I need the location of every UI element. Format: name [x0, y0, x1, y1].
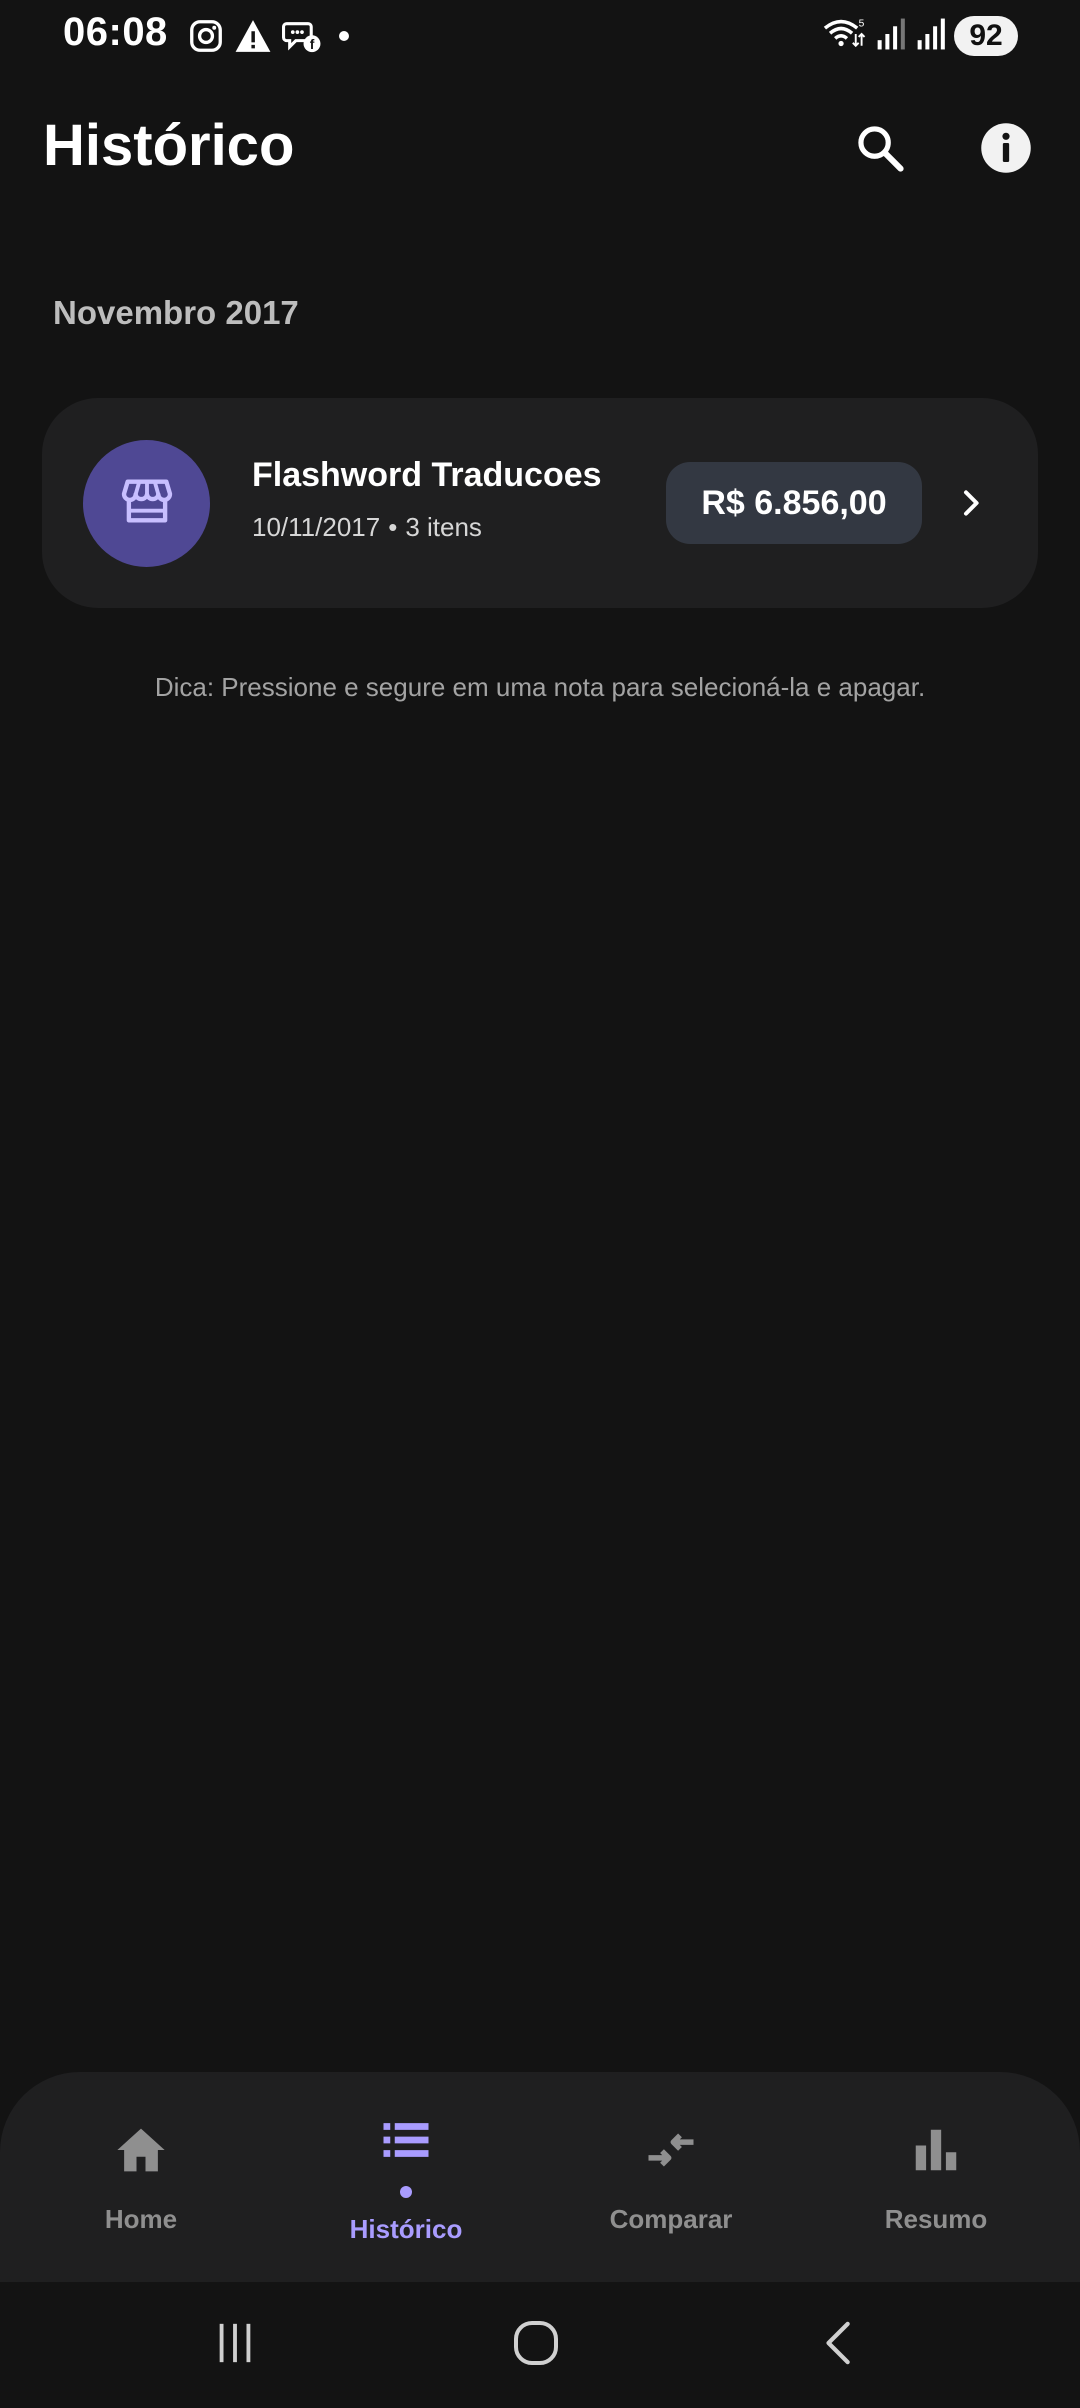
signal-icon — [914, 17, 946, 56]
recents-icon — [212, 2320, 258, 2371]
note-meta: 10/11/2017 • 3 itens — [252, 512, 482, 543]
back-button[interactable] — [790, 2300, 890, 2390]
back-icon — [817, 2320, 863, 2371]
page-title: Histórico — [43, 113, 295, 178]
list-icon — [271, 2110, 541, 2170]
system-home-button[interactable] — [486, 2300, 586, 2390]
home-circle-icon — [512, 2319, 560, 2372]
system-nav-bar — [0, 2282, 1080, 2408]
signal-icon — [874, 17, 906, 56]
note-amount: R$ 6.856,00 — [666, 462, 922, 544]
chevron-right-icon — [947, 479, 995, 527]
store-avatar — [83, 440, 210, 567]
instagram-icon — [188, 18, 224, 54]
svg-text:5: 5 — [859, 18, 865, 29]
bar-chart-icon — [801, 2120, 1071, 2180]
status-bar: 06:08 f 5 92 — [0, 0, 1080, 70]
status-time: 06:08 — [63, 10, 168, 54]
info-icon — [979, 121, 1033, 180]
note-store-name: Flashword Traducoes — [252, 456, 602, 494]
nav-label-comparar: Comparar — [609, 2204, 733, 2234]
store-icon — [118, 472, 176, 535]
dot-icon — [332, 26, 356, 46]
warning-icon — [234, 18, 272, 54]
nav-item-historico[interactable]: Histórico — [271, 2072, 541, 2282]
compare-icon — [536, 2120, 806, 2180]
recents-button[interactable] — [185, 2300, 285, 2390]
nav-item-resumo[interactable]: Resumo — [801, 2072, 1071, 2282]
note-items-count: 3 itens — [405, 512, 482, 542]
messenger-icon: f — [282, 17, 322, 55]
tip-text: Dica: Pressione e segure em uma nota par… — [154, 672, 926, 702]
bottom-nav: Home Histórico Comparar Resumo — [0, 2072, 1080, 2282]
nav-item-home[interactable]: Home — [6, 2072, 276, 2282]
note-card[interactable]: Flashword Traducoes 10/11/2017 • 3 itens R… — [42, 398, 1038, 608]
wifi-icon: 5 — [822, 16, 866, 57]
meta-separator: • — [388, 512, 398, 542]
home-icon — [6, 2120, 276, 2180]
svg-text:f: f — [310, 36, 315, 52]
screen: 06:08 f 5 92 Histórico Novembro 2017 Fla… — [0, 0, 1080, 2408]
search-button[interactable] — [840, 110, 920, 190]
notification-icons: f — [188, 16, 356, 56]
note-date: 10/11/2017 — [252, 512, 381, 542]
system-status-icons: 5 92 — [822, 14, 1018, 58]
nav-label-resumo: Resumo — [884, 2204, 988, 2234]
month-header: Novembro 2017 — [53, 294, 299, 331]
active-indicator-dot — [400, 2186, 412, 2198]
info-button[interactable] — [966, 110, 1046, 190]
search-icon — [854, 122, 906, 179]
battery-indicator: 92 — [954, 16, 1018, 56]
nav-item-comparar[interactable]: Comparar — [536, 2072, 806, 2282]
nav-label-historico: Histórico — [349, 2214, 463, 2244]
nav-label-home: Home — [104, 2204, 178, 2234]
